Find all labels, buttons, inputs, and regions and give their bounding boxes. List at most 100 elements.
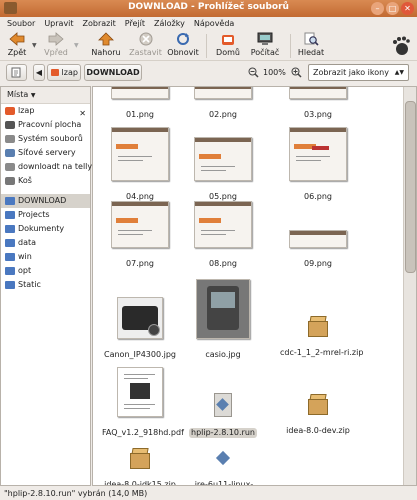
folder-icon: [5, 197, 15, 205]
file-item[interactable]: Canon_IP4300.jpg: [100, 297, 180, 360]
file-item[interactable]: 05.png: [183, 137, 263, 202]
image-thumbnail: [117, 297, 163, 339]
file-item[interactable]: 08.png: [183, 201, 263, 269]
menu-bookmarks[interactable]: Záložky: [154, 17, 185, 30]
path-scroll-left-button[interactable]: ◀: [33, 64, 45, 81]
file-item[interactable]: 03.png: [278, 87, 358, 120]
menu-view[interactable]: Zobrazit: [83, 17, 116, 30]
file-item[interactable]: casio.jpg: [183, 279, 263, 360]
file-item[interactable]: idea-8.0-jdk15.zip: [100, 447, 180, 485]
toggle-path-button[interactable]: [6, 64, 27, 81]
forward-history-chevron-icon[interactable]: ▼: [74, 42, 79, 49]
file-item[interactable]: idea-8.0-dev.zip: [278, 393, 358, 436]
sidebar-item-label: Pracovní plocha: [18, 120, 82, 129]
sidebar-item-dokumenty[interactable]: Dokumenty: [1, 222, 90, 236]
title-bar: DOWNLOAD - Prohlížeč souborů – □ ✕: [0, 0, 417, 17]
search-button[interactable]: Hledat: [297, 32, 325, 57]
reload-button[interactable]: Obnovit: [167, 32, 199, 57]
file-item[interactable]: 04.png: [100, 127, 180, 202]
sidebar-item-label: data: [18, 238, 37, 247]
sidebar-item-static[interactable]: Static: [1, 278, 90, 292]
scrollbar-thumb[interactable]: [405, 101, 416, 273]
sidebar-item-opt[interactable]: opt: [1, 264, 90, 278]
menu-help[interactable]: Nápověda: [194, 17, 235, 30]
file-name: cdc-1_1_2-mrel-ri.zip: [280, 348, 364, 357]
home-icon: [222, 35, 234, 45]
sidebar-item-s-ov-servery[interactable]: Síťové servery: [1, 146, 90, 160]
back-button[interactable]: Zpět: [5, 32, 29, 57]
forward-button[interactable]: Vpřed: [43, 32, 69, 57]
menu-edit[interactable]: Upravit: [44, 17, 73, 30]
file-name: casio.jpg: [205, 350, 241, 359]
path-button-current[interactable]: DOWNLOAD: [84, 64, 142, 81]
binary-file-icon: [215, 450, 231, 469]
up-label: Nahoru: [91, 48, 121, 57]
sidebar-item-label: downloadt na telly: [18, 162, 93, 171]
sidebar-header[interactable]: Místa ▼ ✕: [1, 87, 90, 118]
zip-archive-icon: [308, 315, 328, 337]
file-item[interactable]: 09.png: [278, 230, 358, 269]
search-icon: [304, 32, 319, 46]
path-button-parent[interactable]: lzap: [47, 64, 81, 81]
menu-go[interactable]: Přejít: [125, 17, 145, 30]
zoom-in-icon[interactable]: [291, 67, 302, 78]
updown-chevron-icon: ▲▼: [394, 69, 404, 76]
close-button[interactable]: ✕: [401, 2, 414, 15]
file-item[interactable]: 07.png: [100, 201, 180, 269]
back-label: Zpět: [7, 48, 27, 57]
sidebar-item-label: Systém souborů: [18, 134, 83, 143]
maximize-button[interactable]: □: [386, 2, 399, 15]
file-item[interactable]: jre-6u11-linux-i586.bin: [183, 450, 263, 485]
image-thumbnail: [194, 87, 252, 99]
chevron-left-icon: ◀: [35, 68, 43, 77]
menu-file[interactable]: Soubor: [7, 17, 35, 30]
file-item[interactable]: 06.png: [278, 127, 358, 202]
file-item[interactable]: FAQ_v1.2_918hd.pdf: [100, 367, 184, 438]
sidebar-item-syst-m-soubor-[interactable]: Systém souborů: [1, 132, 90, 146]
zoom-level[interactable]: 100%: [263, 68, 286, 77]
path-parent-label: lzap: [61, 68, 78, 77]
sidebar-item-label: Síťové servery: [18, 148, 76, 157]
path-current-label: DOWNLOAD: [86, 68, 140, 77]
reload-label: Obnovit: [167, 48, 199, 57]
home-button[interactable]: Domů: [214, 32, 242, 57]
back-history-chevron-icon[interactable]: ▼: [32, 42, 37, 49]
zoom-out-icon[interactable]: [248, 67, 259, 78]
sidebar-item-pracovn-plocha[interactable]: Pracovní plocha: [1, 118, 90, 132]
sidebar-header-label: Místa: [7, 90, 29, 99]
sidebar-item-projects[interactable]: Projects: [1, 208, 90, 222]
up-button[interactable]: Nahoru: [91, 32, 121, 57]
sidebar-item-win[interactable]: win: [1, 250, 90, 264]
sidebar-item-download[interactable]: DOWNLOAD: [1, 194, 90, 208]
minimize-button[interactable]: –: [371, 2, 384, 15]
file-item[interactable]: 01.png: [100, 87, 180, 120]
drive-icon: [5, 163, 15, 171]
sidebar-item-label: Dokumenty: [18, 224, 65, 233]
vertical-scrollbar[interactable]: [403, 87, 416, 485]
image-thumbnail: [111, 201, 169, 248]
file-item[interactable]: hplip-2.8.10.run: [183, 393, 263, 438]
file-name: 02.png: [209, 110, 237, 119]
file-item[interactable]: 02.png: [183, 87, 263, 120]
home-folder-icon: [51, 69, 59, 76]
status-bar: "hplip-2.8.10.run" vybrán (14,0 MB): [0, 487, 417, 500]
home-icon: [5, 107, 15, 115]
window-title: DOWNLOAD - Prohlížeč souborů: [128, 2, 289, 12]
sidebar-item-downloadt-na-telly[interactable]: downloadt na telly: [1, 160, 93, 174]
stop-button[interactable]: Zastavit: [128, 32, 163, 57]
sidebar-item-ko-[interactable]: Koš: [1, 174, 90, 188]
sidebar-item-lzap[interactable]: lzap: [1, 104, 90, 118]
computer-button[interactable]: Počítač: [248, 32, 282, 57]
computer-label: Počítač: [250, 48, 280, 57]
sidebar-item-label: lzap: [18, 106, 35, 115]
network-icon: [5, 149, 15, 157]
toolbar-separator: [290, 34, 291, 58]
view-mode-select[interactable]: Zobrazit jako ikony ▲▼: [308, 64, 409, 81]
home-label: Domů: [216, 48, 240, 57]
computer-icon: [257, 32, 273, 45]
view-mode-value: Zobrazit jako ikony: [313, 68, 389, 77]
file-name: idea-8.0-dev.zip: [286, 426, 350, 435]
sidebar-item-data[interactable]: data: [1, 236, 90, 250]
file-item[interactable]: cdc-1_1_2-mrel-ri.zip: [278, 315, 363, 358]
file-icon-view[interactable]: 01.png 02.png 03.png 04.png 05.png 06.png 07.p…: [92, 86, 417, 486]
